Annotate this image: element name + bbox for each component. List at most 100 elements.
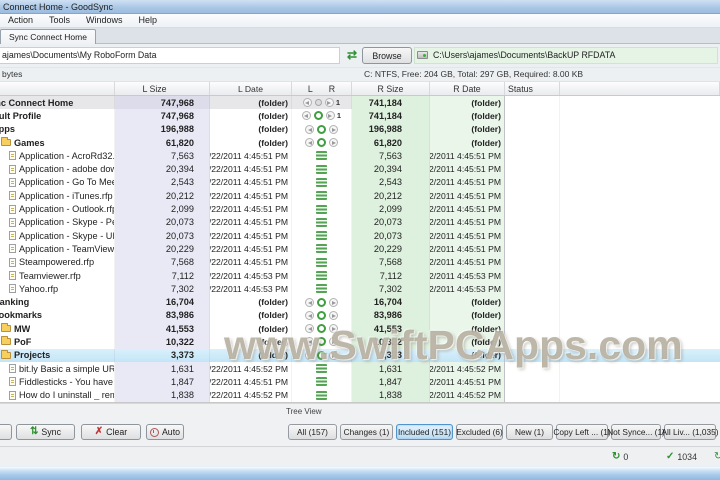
- row-sync-direction[interactable]: [292, 135, 352, 150]
- filter-excluded-6[interactable]: Excluded (6): [456, 424, 503, 440]
- row-sync-direction[interactable]: [292, 282, 352, 296]
- column-header-l-size[interactable]: L Size: [115, 82, 210, 95]
- copy-right-icon[interactable]: [325, 111, 335, 121]
- row-sync-direction[interactable]: [292, 175, 352, 190]
- title-bar[interactable]: Connect Home - GoodSync: [0, 0, 720, 14]
- row-sync-direction[interactable]: [292, 322, 352, 336]
- table-row[interactable]: Sync Connect Home 747,968 (folder) 1 741…: [0, 96, 720, 110]
- copy-left-icon[interactable]: [301, 111, 311, 121]
- copy-right-icon[interactable]: [329, 324, 338, 334]
- table-row[interactable]: Default Profile 747,968 (folder) 1 741,1…: [0, 109, 720, 123]
- row-sync-direction[interactable]: [292, 149, 352, 163]
- row-sync-direction[interactable]: [292, 295, 352, 309]
- row-sync-direction[interactable]: [292, 122, 352, 136]
- copy-left-icon[interactable]: [305, 310, 314, 320]
- filter-changes-1[interactable]: Changes (1): [340, 424, 393, 440]
- column-header-r-size[interactable]: R Size: [352, 82, 430, 95]
- row-sync-direction[interactable]: [292, 388, 352, 402]
- table-row[interactable]: Application - TeamViewer - 1.rfp 20,229 …: [0, 242, 720, 256]
- filter-copy-left-1[interactable]: Copy Left ... (1): [553, 424, 611, 440]
- no-sync-icon[interactable]: [317, 337, 326, 347]
- table-row[interactable]: Steampowered.rfp 7,568 9/22/2011 4:45:51…: [0, 255, 720, 269]
- table-row[interactable]: Application - Go To Meeting.rfp 2,543 9/…: [0, 175, 720, 190]
- column-header-directions[interactable]: L R: [292, 82, 352, 95]
- menu-help[interactable]: Help: [131, 14, 166, 27]
- table-row[interactable]: bit.ly Basic a simple URL shortener.rfb …: [0, 361, 720, 376]
- no-sync-icon[interactable]: [317, 324, 326, 334]
- copy-left-icon[interactable]: [305, 337, 314, 347]
- table-row[interactable]: Teamviewer.rfp 7,112 9/22/2011 4:45:53 P…: [0, 268, 720, 283]
- row-sync-direction[interactable]: [292, 215, 352, 229]
- row-sync-direction[interactable]: [292, 228, 352, 243]
- table-row[interactable]: Application - Outlook.rfp 2,099 9/22/201…: [0, 202, 720, 216]
- row-sync-direction[interactable]: [292, 335, 352, 349]
- copy-left-icon[interactable]: [305, 350, 314, 360]
- copy-left-icon[interactable]: [305, 297, 314, 307]
- copy-right-icon[interactable]: [324, 98, 334, 108]
- left-folder-path-field[interactable]: ajames\Documents\My RoboForm Data: [0, 47, 340, 64]
- table-row[interactable]: Application - iTunes.rfp 20,212 9/22/201…: [0, 189, 720, 203]
- row-sync-direction[interactable]: 1: [292, 96, 352, 110]
- table-row[interactable]: MW 41,553 (folder) 41,553 (folder): [0, 322, 720, 336]
- no-sync-icon[interactable]: [314, 99, 322, 107]
- table-row[interactable]: Bookmarks 83,986 (folder) 83,986 (folder…: [0, 308, 720, 323]
- table-row[interactable]: How do I uninstall _ remove an iPad Ap..…: [0, 388, 720, 402]
- row-sync-direction[interactable]: [292, 308, 352, 323]
- table-row[interactable]: Application - Skype - UMFCanada.rfp 20,0…: [0, 228, 720, 243]
- copy-left-icon[interactable]: [305, 138, 314, 148]
- tab-sync-connect-home[interactable]: Sync Connect Home: [0, 29, 96, 44]
- column-header-r-date[interactable]: R Date: [430, 82, 505, 95]
- column-header-status[interactable]: Status: [505, 82, 560, 95]
- table-row[interactable]: PoF 10,322 (folder) 10,322 (folder): [0, 335, 720, 349]
- no-sync-icon[interactable]: [317, 297, 326, 307]
- copy-right-icon[interactable]: [329, 124, 338, 134]
- clear-button[interactable]: ✗ Clear: [81, 424, 141, 440]
- row-sync-direction[interactable]: [292, 361, 352, 376]
- row-sync-direction[interactable]: [292, 162, 352, 176]
- table-row[interactable]: Apps 196,988 (folder) 196,988 (folder): [0, 122, 720, 136]
- browse-button[interactable]: Browse: [362, 47, 412, 64]
- filter-all-liv-1-035[interactable]: All Liv... (1,035): [661, 424, 719, 440]
- copy-right-icon[interactable]: [329, 310, 338, 320]
- copy-right-icon[interactable]: [329, 297, 338, 307]
- copy-left-icon[interactable]: [305, 124, 314, 134]
- row-sync-direction[interactable]: [292, 242, 352, 256]
- table-row[interactable]: Games 61,820 (folder) 61,820 (folder): [0, 135, 720, 150]
- sync-direction-icon[interactable]: ⇄: [345, 48, 359, 62]
- row-sync-direction[interactable]: [292, 268, 352, 283]
- table-row[interactable]: Yahoo.rfp 7,302 9/22/2011 4:45:53 PM 7,3…: [0, 282, 720, 296]
- filter-all-157[interactable]: All (157): [288, 424, 337, 440]
- filter-not-synce-1[interactable]: Not Synce... (1): [607, 424, 665, 440]
- table-row[interactable]: Application - AcroRd32.rfp 7,563 9/22/20…: [0, 149, 720, 163]
- menu-tools[interactable]: Tools: [41, 14, 78, 27]
- copy-right-icon[interactable]: [329, 337, 338, 347]
- row-sync-direction[interactable]: 1: [292, 109, 352, 123]
- filter-new-1[interactable]: New (1): [506, 424, 553, 440]
- menu-action[interactable]: Action: [0, 14, 41, 27]
- menu-windows[interactable]: Windows: [78, 14, 131, 27]
- no-sync-icon[interactable]: [313, 111, 323, 121]
- no-sync-icon[interactable]: [317, 124, 326, 134]
- table-row[interactable]: Banking 16,704 (folder) 16,704 (folder): [0, 295, 720, 309]
- row-sync-direction[interactable]: [292, 348, 352, 362]
- table-row[interactable]: Fiddlesticks - You have scored an Ace! .…: [0, 375, 720, 389]
- column-header-name[interactable]: [0, 82, 115, 95]
- auto-button[interactable]: Auto: [146, 424, 184, 440]
- filter-included-151[interactable]: Included (151): [396, 424, 453, 440]
- no-sync-icon[interactable]: [317, 138, 326, 148]
- table-row[interactable]: Application - adobe download assistant..…: [0, 162, 720, 176]
- copy-left-icon[interactable]: [305, 324, 314, 334]
- no-sync-icon[interactable]: [317, 350, 326, 360]
- no-sync-icon[interactable]: [317, 310, 326, 320]
- column-header-l-date[interactable]: L Date: [210, 82, 292, 95]
- table-row[interactable]: Application - Skype - Personal.rfp 20,07…: [0, 215, 720, 229]
- row-sync-direction[interactable]: [292, 202, 352, 216]
- row-sync-direction[interactable]: [292, 189, 352, 203]
- sync-button[interactable]: ⇅ Sync: [16, 424, 75, 440]
- copy-right-icon[interactable]: [329, 138, 338, 148]
- row-sync-direction[interactable]: [292, 375, 352, 389]
- table-row[interactable]: Projects 3,373 (folder) 3,373 (folder): [0, 348, 720, 362]
- copy-left-icon[interactable]: [302, 98, 312, 108]
- copy-right-icon[interactable]: [329, 350, 338, 360]
- right-folder-path-field[interactable]: C:\Users\ajames\Documents\BackUP RFDATA: [414, 47, 718, 64]
